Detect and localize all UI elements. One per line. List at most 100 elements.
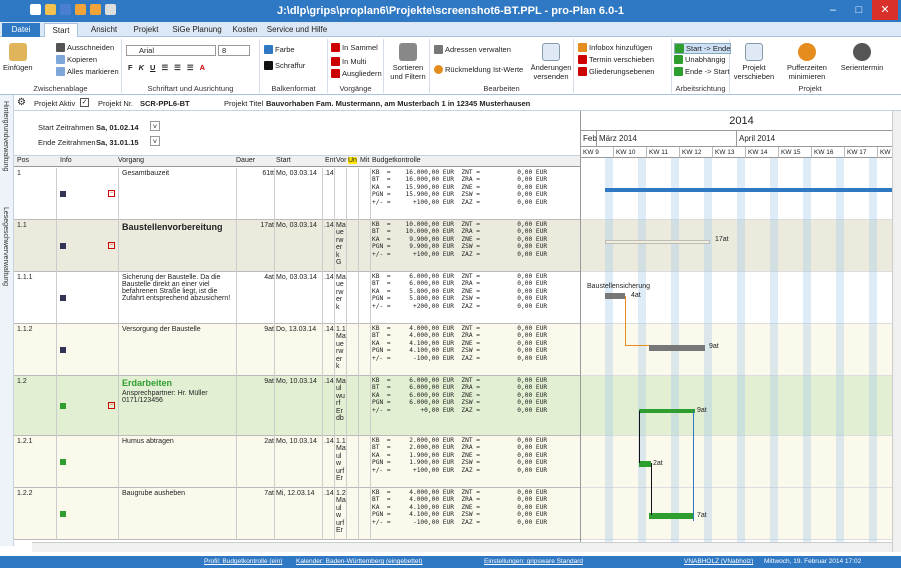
collapse-icon[interactable]: − [108, 402, 115, 409]
shift-project-button[interactable]: Projekt verschieben [734, 43, 774, 81]
collapse-icon[interactable]: − [108, 242, 115, 249]
tab-start[interactable]: Start [44, 23, 78, 37]
gantt-bar[interactable] [639, 409, 695, 413]
table-row[interactable]: 1.1.2 Versorgung der Baustelle 9at Do, 13.0… [14, 324, 580, 376]
col-dauer[interactable]: Dauer [236, 157, 255, 164]
table-row[interactable]: 1.2.1 Humus abtragen 2at Mo, 10.03.14 .14 1.1… [14, 436, 580, 488]
addresses-button[interactable]: Adressen verwalten [434, 45, 511, 54]
sidebar-tab-background[interactable]: Hintergrundverwaltung [2, 101, 9, 171]
end-dropdown-icon[interactable]: ˅ [150, 136, 160, 146]
collapse-icon[interactable]: − [108, 190, 115, 197]
send-changes-button[interactable]: Änderungen versenden [530, 43, 572, 81]
end-timeframe-value[interactable]: Sa, 31.01.15 [96, 138, 139, 147]
table-row[interactable]: 1.1.1 Sicherung der Baustelle. Da die Bau… [14, 272, 580, 324]
tab-projekt[interactable]: Projekt [126, 23, 166, 37]
row-task-name[interactable]: Gesamtbauzeit [122, 170, 232, 177]
start-timeframe-value[interactable]: Sa, 01.02.14 [96, 123, 139, 132]
bold-button[interactable]: F [128, 63, 133, 72]
status-settings[interactable]: Einstellungen: gripsware Standard [484, 558, 583, 565]
project-nr-value[interactable]: SCR-PPL6-BT [140, 99, 190, 108]
align-center-icon[interactable]: ☰ [174, 63, 181, 72]
font-color-icon[interactable]: A [200, 63, 205, 72]
flag-icon[interactable] [60, 403, 66, 409]
col-un[interactable]: Un [348, 157, 357, 164]
move-date-button[interactable]: Termin verschieben [578, 55, 654, 64]
buffer-button[interactable]: Pufferzeiten minimieren [782, 43, 832, 81]
gantt-week-1: KW 10 [614, 147, 647, 158]
minimize-button[interactable]: – [820, 0, 846, 20]
project-active-checkbox[interactable]: ✓ [80, 98, 89, 107]
row-task-name[interactable]: Erdarbeiten [122, 378, 236, 388]
flag-icon[interactable] [60, 511, 66, 517]
bar-color-button[interactable]: Farbe [264, 45, 295, 54]
settings-icon[interactable]: ⚙ [17, 97, 26, 108]
gantt-bar[interactable] [649, 345, 705, 351]
gantt-bar[interactable] [639, 461, 651, 467]
italic-button[interactable]: K [139, 63, 144, 72]
status-user[interactable]: VNABHOLZ (VNabholz) [684, 558, 753, 565]
gantt-bar[interactable] [605, 188, 901, 192]
copy-button[interactable]: Kopieren [56, 55, 97, 64]
maximize-button[interactable]: □ [846, 0, 872, 20]
in-multi-button[interactable]: In Multi [331, 57, 366, 66]
table-row[interactable]: 1.2.2 Baugrube ausheben 7at Mi, 12.03.14 .14… [14, 488, 580, 540]
flag-icon[interactable] [60, 191, 66, 197]
start-end-button[interactable]: Start -> Ende [674, 43, 732, 54]
project-title-value[interactable]: Bauvorhaben Fam. Mustermann, am Musterba… [266, 99, 530, 108]
start-dropdown-icon[interactable]: ˅ [150, 121, 160, 131]
col-budget[interactable]: Budgetkontrolle [372, 157, 421, 164]
row-task-name[interactable]: Sicherung der Baustelle. Da die Baustell… [122, 274, 232, 302]
align-right-icon[interactable]: ☰ [187, 63, 194, 72]
row-task-name[interactable]: Baugrube ausheben [122, 490, 232, 497]
font-size-select[interactable]: 8 [218, 45, 250, 56]
align-left-icon[interactable]: ☰ [161, 63, 168, 72]
flag-icon[interactable] [60, 243, 66, 249]
col-pos[interactable]: Pos [17, 157, 29, 164]
in-collection-button[interactable]: In Sammel [331, 43, 378, 52]
table-row[interactable]: 1.2 Erdarbeiten Ansprechpartner: Hr. Mülle… [14, 376, 580, 436]
tab-kosten[interactable]: Kosten [228, 23, 262, 37]
select-all-button[interactable]: Alles markieren [56, 67, 119, 76]
col-info[interactable]: Info [60, 157, 72, 164]
gantt-bar[interactable] [605, 293, 625, 299]
tab-ansicht[interactable]: Ansicht [84, 23, 124, 37]
flag-icon[interactable] [60, 459, 66, 465]
independent-button[interactable]: Unabhängig [674, 55, 725, 64]
underline-button[interactable]: U [150, 63, 155, 72]
gantt-horizontal-scrollbar[interactable] [580, 542, 892, 552]
feedback-button[interactable]: Rückmeldung Ist-Werte [434, 65, 523, 74]
paste-button[interactable]: Einfügen [3, 43, 33, 72]
hatch-button[interactable]: Schraffur [264, 61, 305, 70]
table-row[interactable]: 1 Gesamtbauzeit 61tt Mo, 03.03.14 .14 KB = 16… [14, 168, 580, 220]
sidebar-tab-reading[interactable]: Lesegeschwerverwaltung [2, 207, 9, 286]
status-profile[interactable]: Profil: Budgetkontrolle (ein) [204, 558, 282, 565]
levels-button[interactable]: Gliederungsebenen [578, 67, 654, 76]
flag-icon[interactable] [60, 295, 66, 301]
sort-filter-button[interactable]: Sortieren und Filtern [390, 43, 426, 81]
table-horizontal-scrollbar[interactable] [32, 542, 580, 552]
series-button[interactable]: Serientermin [838, 43, 886, 72]
col-mit[interactable]: Mit [360, 157, 369, 164]
gantt-vertical-scrollbar[interactable] [892, 111, 901, 552]
col-start[interactable]: Start [276, 157, 291, 164]
row-task-name[interactable]: Baustellenvorbereitung [122, 222, 236, 232]
tab-service[interactable]: Service und Hilfe [264, 23, 330, 37]
font-family-select[interactable]: Arial [126, 45, 216, 56]
flag-icon[interactable] [60, 347, 66, 353]
col-ent[interactable]: Ent [325, 157, 336, 164]
status-calendar[interactable]: Kalender: Baden-Württemberg (eingebettet… [296, 558, 422, 565]
row-task-name[interactable]: Humus abtragen [122, 438, 232, 445]
row-task-name[interactable]: Versorgung der Baustelle [122, 326, 232, 333]
gantt-bar[interactable] [605, 240, 710, 244]
gantt-bar[interactable] [649, 513, 693, 519]
tab-datei[interactable]: Datei [2, 23, 40, 37]
close-button[interactable]: ✕ [872, 0, 898, 20]
cut-button[interactable]: Ausschneiden [56, 43, 114, 52]
end-start-button[interactable]: Ende -> Start [674, 67, 729, 76]
outdent-button[interactable]: Ausgliedern [331, 69, 382, 78]
infobox-add-button[interactable]: Infobox hinzufügen [578, 43, 652, 52]
col-vorgang[interactable]: Vorgang [118, 157, 144, 164]
tab-sige-planung[interactable]: SiGe Planung [168, 23, 226, 37]
table-row[interactable]: 1.1 Baustellenvorbereitung 17at Mo, 03.03.1… [14, 220, 580, 272]
col-vor[interactable]: Vor [336, 157, 347, 164]
